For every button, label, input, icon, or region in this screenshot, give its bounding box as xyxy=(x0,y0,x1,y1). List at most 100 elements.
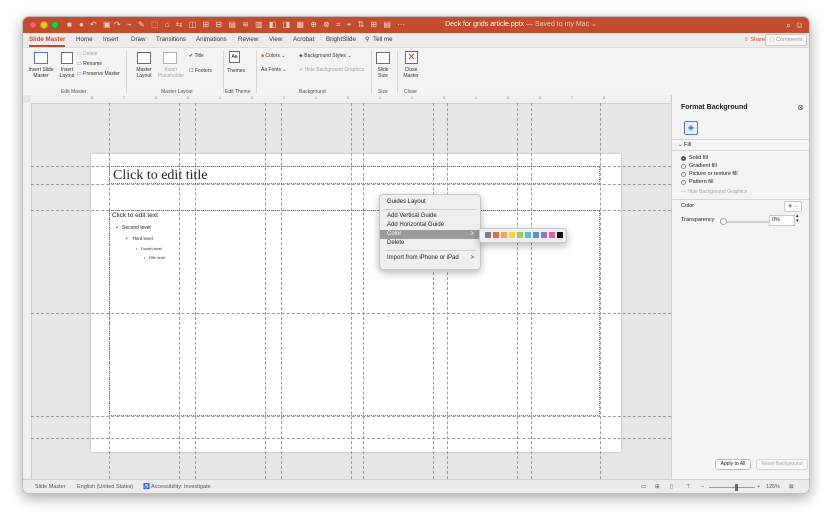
color-swatch[interactable] xyxy=(549,232,555,238)
footers-checkbox[interactable]: ☐ Footers xyxy=(189,68,212,74)
hide-background-graphics-checkbox[interactable]: — Hide Background Graphics xyxy=(681,189,747,195)
zoom-slider[interactable] xyxy=(709,487,755,488)
title-placeholder[interactable]: Click to edit title xyxy=(109,166,600,184)
fill-section-label: Fill xyxy=(684,142,692,148)
transparency-slider-thumb[interactable] xyxy=(720,218,727,225)
color-swatch[interactable] xyxy=(501,232,507,238)
menu-item-delete[interactable]: Delete xyxy=(380,239,480,248)
color-swatch[interactable] xyxy=(493,232,499,238)
account-icon[interactable]: ☺ xyxy=(795,19,804,31)
tab-review[interactable]: Review xyxy=(238,35,258,45)
hide-background-graphics-checkbox[interactable]: ✔ Hide Background Graphics xyxy=(299,67,364,73)
ribbon: Insert Slide Master Insert Layout ▭ Dele… xyxy=(23,47,809,97)
color-swatch[interactable] xyxy=(517,232,523,238)
insert-placeholder-icon[interactable] xyxy=(163,52,177,64)
picture-fill-radio[interactable] xyxy=(681,172,686,177)
vertical-ruler[interactable] xyxy=(23,103,32,479)
bullet-icon: • xyxy=(126,236,128,241)
reset-background-button[interactable]: Reset Background xyxy=(756,459,808,470)
tab-acrobat[interactable]: Acrobat xyxy=(293,35,314,45)
insert-layout-icon[interactable] xyxy=(61,52,73,64)
insert-slide-master-icon[interactable] xyxy=(34,52,48,64)
title-checkbox[interactable]: ✔ Title xyxy=(189,53,204,59)
ruler-tick: 2 xyxy=(283,96,285,100)
transparency-stepper[interactable]: ▴ ▾ xyxy=(796,214,799,224)
tab-home[interactable]: Home xyxy=(76,35,93,45)
search-icon[interactable]: ⌕ xyxy=(786,19,791,31)
menu-item-guides-layout[interactable]: Guides Layout xyxy=(380,198,480,207)
slide-size-button[interactable]: Slide Size xyxy=(374,67,392,79)
master-layout-button[interactable]: Master Layout xyxy=(131,67,157,79)
zoom-out-button[interactable]: − xyxy=(701,483,704,491)
reading-view-icon[interactable]: ▯ xyxy=(670,483,673,491)
submenu-arrow-icon: > xyxy=(470,231,474,237)
color-swatch[interactable] xyxy=(509,232,515,238)
menu-item-import-from-iphone[interactable]: Import from iPhone or iPad > xyxy=(380,254,480,263)
ruler-tick: 4 xyxy=(219,96,221,100)
color-swatch[interactable] xyxy=(485,232,491,238)
slide-workspace[interactable]: 8 7 6 5 4 3 2 1 0 1 2 3 4 5 6 7 8 Click … xyxy=(23,95,671,479)
horizontal-guide[interactable] xyxy=(31,184,671,185)
zoom-in-button[interactable]: + xyxy=(757,483,760,491)
menu-item-color[interactable]: Color > xyxy=(380,230,480,239)
insert-placeholder-button[interactable]: Insert Placeholder xyxy=(157,67,185,79)
tab-animations[interactable]: Animations xyxy=(196,35,227,45)
vertical-guide[interactable] xyxy=(600,103,601,479)
normal-view-icon[interactable]: ▭ xyxy=(641,483,646,491)
master-layout-icon[interactable] xyxy=(137,52,151,64)
tab-transitions[interactable]: Transitions xyxy=(156,35,186,45)
ribbon-tabs: Slide Master Home Insert Draw Transition… xyxy=(23,33,809,47)
slide-size-icon[interactable] xyxy=(376,52,390,64)
themes-icon[interactable]: Aa xyxy=(229,51,240,63)
tab-draw[interactable]: Draw xyxy=(131,35,145,45)
save-location[interactable]: — Saved to my Mac ⌄ xyxy=(526,21,597,28)
tab-slide-master[interactable]: Slide Master xyxy=(29,35,66,47)
colors-dropdown[interactable]: ■ Colors ⌄ xyxy=(261,53,285,59)
slide-sorter-icon[interactable]: ⊞ xyxy=(655,483,660,491)
rename-button[interactable]: ▭ Rename xyxy=(77,61,102,67)
close-master-icon[interactable]: ✕ xyxy=(405,51,418,64)
themes-button[interactable]: Themes xyxy=(227,68,245,74)
preserve-master-button[interactable]: ▭ Preserve Master xyxy=(77,71,120,77)
solid-fill-label: Solid fill xyxy=(689,155,708,161)
presenter-view-icon[interactable]: ⊤ xyxy=(686,483,691,491)
insert-layout-button[interactable]: Insert Layout xyxy=(56,67,78,79)
fit-to-window-icon[interactable]: ⊠ xyxy=(789,483,794,491)
zoom-slider-thumb[interactable] xyxy=(735,484,738,491)
fill-category-icon[interactable]: ◈ xyxy=(684,121,698,135)
fill-section-toggle[interactable]: ⌄ Fill xyxy=(678,141,691,149)
color-swatch[interactable] xyxy=(533,232,539,238)
insert-slide-master-button[interactable]: Insert Slide Master xyxy=(25,67,57,79)
tab-tell-me[interactable]: Tell me xyxy=(373,35,393,45)
transparency-input[interactable]: 0% xyxy=(769,215,795,226)
footers-checkbox-label: Footers xyxy=(194,68,212,74)
close-master-button[interactable]: Close Master xyxy=(401,67,421,79)
color-picker-button[interactable]: ◈ ⌄ xyxy=(784,201,802,212)
delete-button[interactable]: ▭ Delete xyxy=(77,51,98,57)
gradient-fill-radio[interactable] xyxy=(681,164,686,169)
tell-me-icon[interactable]: ⚲ xyxy=(365,35,370,45)
close-pane-icon[interactable]: ⊗ xyxy=(797,103,804,112)
horizontal-guide[interactable] xyxy=(31,416,671,417)
pattern-fill-radio[interactable] xyxy=(681,180,686,185)
color-swatch[interactable] xyxy=(525,232,531,238)
background-styles-dropdown[interactable]: ◈ Background Styles ⌄ xyxy=(299,53,352,59)
color-swatch[interactable] xyxy=(541,232,547,238)
tab-brightslide[interactable]: BrightSlide xyxy=(326,35,356,45)
accessibility-status[interactable]: Accessibility: Investigate xyxy=(151,483,211,491)
horizontal-guide[interactable] xyxy=(31,438,671,439)
zoom-level[interactable]: 125% xyxy=(766,483,780,491)
language-status[interactable]: English (United States) xyxy=(77,483,133,491)
fonts-dropdown[interactable]: Aa Fonts ⌄ xyxy=(261,67,287,73)
hide-bg-graphics-label: Hide Background Graphics xyxy=(304,67,365,73)
menu-item-add-vertical-guide[interactable]: Add Vertical Guide xyxy=(380,212,480,221)
share-button[interactable]: ⇪ Share xyxy=(744,35,765,45)
comments-button[interactable]: ▢ Comments xyxy=(765,34,807,46)
color-swatch[interactable] xyxy=(557,232,563,238)
ruler-tick: 6 xyxy=(539,96,541,100)
apply-to-all-button[interactable]: Apply to All xyxy=(715,459,751,470)
tab-insert[interactable]: Insert xyxy=(103,35,118,45)
solid-fill-radio[interactable] xyxy=(681,156,686,161)
menu-item-add-horizontal-guide[interactable]: Add Horizontal Guide xyxy=(380,221,480,230)
tab-view[interactable]: View xyxy=(269,35,282,45)
